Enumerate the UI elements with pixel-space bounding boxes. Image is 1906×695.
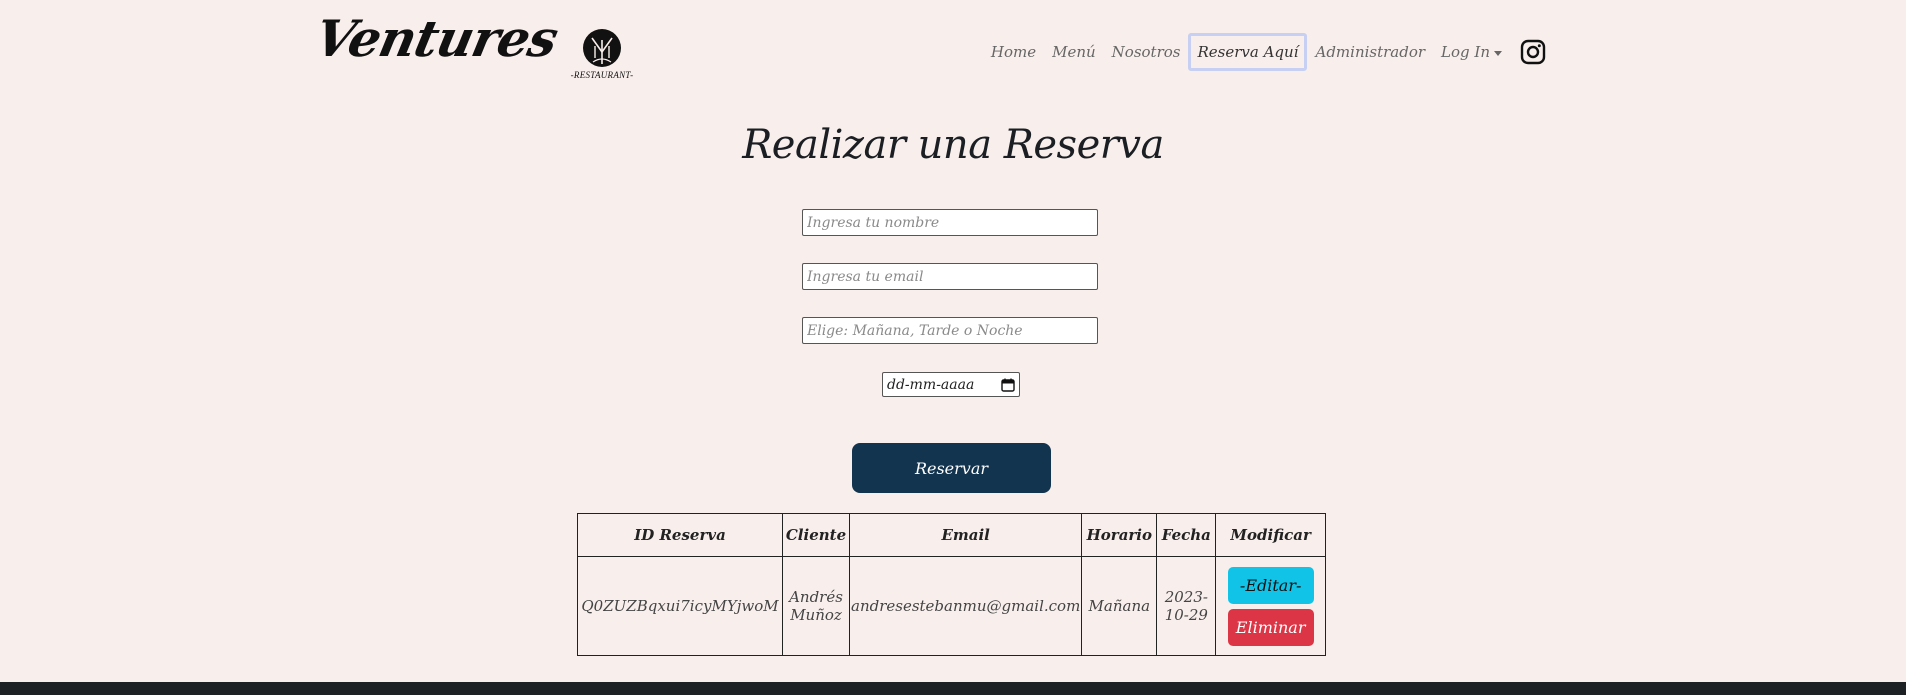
date-placeholder: dd-mm-aaaa bbox=[887, 376, 975, 393]
main-nav: Home Menú Nosotros Reserva Aquí Administ… bbox=[983, 33, 1546, 71]
reservar-button[interactable]: Reservar bbox=[852, 443, 1051, 493]
schedule-input[interactable] bbox=[802, 317, 1098, 344]
calendar-icon[interactable] bbox=[1001, 378, 1015, 392]
header-schedule: Horario bbox=[1081, 513, 1158, 557]
caret-down-icon bbox=[1494, 50, 1502, 56]
logo-caption: -RESTAURANT- bbox=[570, 70, 634, 80]
reservations-table: ID Reserva Cliente Email Horario Fecha M… bbox=[577, 513, 1326, 656]
header-client: Cliente bbox=[782, 513, 850, 557]
cell-email: andresestebanmu@gmail.com bbox=[848, 556, 1083, 656]
nav-reserva-aqui[interactable]: Reserva Aquí bbox=[1188, 33, 1308, 71]
table-header-row: ID Reserva Cliente Email Horario Fecha M… bbox=[577, 513, 1326, 557]
name-input[interactable] bbox=[802, 209, 1098, 236]
nav-login-label: Log In bbox=[1441, 43, 1490, 61]
footer-bar bbox=[0, 682, 1906, 695]
email-input[interactable] bbox=[802, 263, 1098, 290]
page-title: Realizar una Reserva bbox=[742, 122, 1164, 168]
nav-login-dropdown[interactable]: Log In bbox=[1433, 36, 1510, 68]
date-input[interactable]: dd-mm-aaaa bbox=[882, 372, 1020, 397]
header-modify: Modificar bbox=[1215, 513, 1326, 557]
nav-menu[interactable]: Menú bbox=[1044, 36, 1104, 68]
cell-actions: -Editar- Eliminar bbox=[1215, 556, 1326, 656]
delete-button[interactable]: Eliminar bbox=[1227, 608, 1314, 646]
edit-button[interactable]: -Editar- bbox=[1227, 566, 1314, 604]
header-email: Email bbox=[848, 513, 1083, 557]
restaurant-logo: -RESTAURANT- bbox=[566, 28, 638, 80]
nav-home[interactable]: Home bbox=[983, 36, 1044, 68]
restaurant-logo-icon bbox=[583, 29, 621, 67]
nav-administrador[interactable]: Administrador bbox=[1307, 36, 1433, 68]
brand-wordmark[interactable]: Ventures bbox=[310, 9, 563, 68]
cell-id: Q0ZUZBqxui7icyMYjwoM bbox=[577, 556, 783, 656]
header-date: Fecha bbox=[1156, 513, 1217, 557]
nav-nosotros[interactable]: Nosotros bbox=[1104, 36, 1189, 68]
cell-schedule: Mañana bbox=[1081, 556, 1158, 656]
cell-client: Andrés Muñoz bbox=[782, 556, 850, 656]
table-row: Q0ZUZBqxui7icyMYjwoM Andrés Muñoz andres… bbox=[577, 556, 1326, 656]
header-id: ID Reserva bbox=[577, 513, 783, 557]
cell-date: 2023-10-29 bbox=[1156, 556, 1217, 656]
instagram-icon[interactable] bbox=[1520, 39, 1546, 65]
